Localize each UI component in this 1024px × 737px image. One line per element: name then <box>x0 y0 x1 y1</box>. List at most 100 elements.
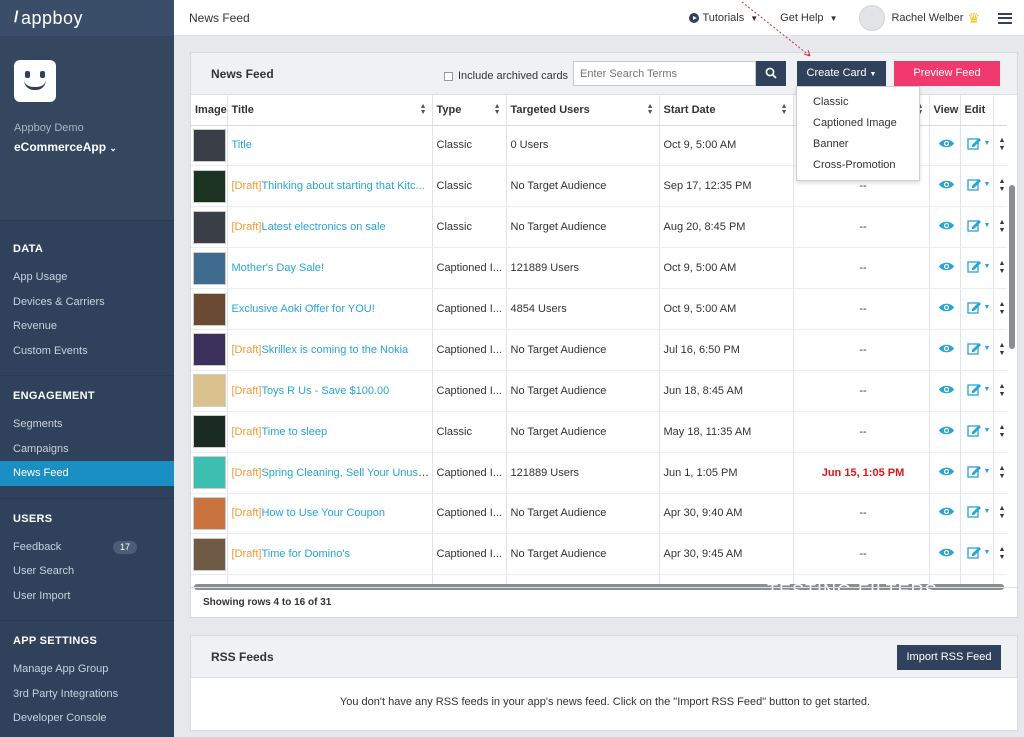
nav-item-news-feed[interactable]: News Feed <box>0 461 174 486</box>
edit-icon[interactable]: ▼ <box>966 546 990 559</box>
menu-item-classic[interactable]: Classic <box>797 92 919 113</box>
reorder-handle[interactable]: ▲ ▼ <box>993 125 1007 167</box>
eye-icon[interactable] <box>938 425 955 436</box>
sort-icon[interactable]: ▲ ▼ <box>494 103 501 116</box>
title-cell[interactable]: [Draft]Thinking about starting that Kitc… <box>227 165 433 208</box>
card-title-link[interactable]: Title <box>232 139 252 151</box>
edit-icon[interactable]: ▼ <box>966 424 990 437</box>
user-name[interactable]: Rachel Welber <box>891 12 963 24</box>
edit-icon[interactable]: ▼ <box>966 219 990 232</box>
app-name-dropdown[interactable]: eCommerceApp ⌄ <box>14 140 160 154</box>
title-cell[interactable]: Exclusive Aoki Offer for YOU! <box>227 288 433 330</box>
nav-item-integrations[interactable]: 3rd Party Integrations <box>0 682 174 707</box>
title-cell[interactable]: Title <box>227 125 433 167</box>
brand-logo[interactable]: / appboy <box>0 0 174 36</box>
title-cell[interactable]: [Draft]Time to sleep <box>227 411 433 453</box>
reorder-handle[interactable]: ▲ ▼ <box>993 452 1007 494</box>
column-header[interactable]: Type ▲ ▼ <box>432 95 507 126</box>
reorder-handle[interactable]: ▲ ▼ <box>993 247 1007 290</box>
table-row[interactable]: [Draft]Latest electronics on sale Classic… <box>191 206 1007 249</box>
hamburger-menu-icon[interactable] <box>998 10 1012 26</box>
table-row[interactable]: [Draft]Spring Cleaning, Sell Your Unuse.… <box>191 452 1007 494</box>
nav-item-manage-app-group[interactable]: Manage App Group <box>0 657 174 682</box>
include-archived-checkbox[interactable]: Include archived cards <box>444 70 568 82</box>
avatar[interactable] <box>859 5 886 31</box>
edit-icon[interactable]: ▼ <box>966 301 990 314</box>
title-cell[interactable]: [Draft]Spring Cleaning, Sell Your Unuse.… <box>227 452 433 494</box>
column-header[interactable]: Title ▲ ▼ <box>227 95 433 126</box>
reorder-handle[interactable]: ▲ ▼ <box>993 370 1007 412</box>
eye-icon[interactable] <box>938 506 955 517</box>
card-title-link[interactable]: Spring Cleaning, Sell Your Unuse... <box>261 467 431 479</box>
title-cell[interactable]: [Draft]How to Use Your Coupon <box>227 493 433 535</box>
menu-item-captioned-image[interactable]: Captioned Image <box>797 113 919 134</box>
table-row[interactable]: Mother's Day Sale! Captioned I... 121889 U… <box>191 247 1007 290</box>
eye-icon[interactable] <box>938 547 955 558</box>
card-title-link[interactable]: Exclusive Aoki Offer for YOU! <box>232 303 375 315</box>
import-rss-button[interactable]: Import RSS Feed <box>897 645 1001 670</box>
table-row[interactable]: [Draft]How to Use Your Coupon Captioned I… <box>191 493 1007 535</box>
eye-icon[interactable] <box>938 138 955 149</box>
sort-icon[interactable]: ▲ ▼ <box>781 103 788 116</box>
card-title-link[interactable]: How to Use Your Coupon <box>261 507 385 519</box>
title-cell[interactable]: [Draft]Latest electronics on sale <box>227 206 433 249</box>
title-cell[interactable]: [Draft]Time for Domino's <box>227 533 433 576</box>
column-header[interactable]: Targeted Users ▲ ▼ <box>506 95 660 126</box>
search-button[interactable] <box>756 61 786 86</box>
create-card-button[interactable]: Create Card ▼ <box>797 61 886 86</box>
title-cell[interactable]: [Draft]Toys R Us - Save $100.00 <box>227 370 433 412</box>
table-row[interactable]: [Draft]Time for Domino's Captioned I... No… <box>191 533 1007 576</box>
checkbox-icon[interactable] <box>444 71 453 81</box>
preview-feed-button[interactable]: Preview Feed <box>894 61 1000 86</box>
reorder-handle[interactable]: ▲ ▼ <box>993 533 1007 576</box>
sort-icon[interactable]: ▲ ▼ <box>647 103 654 116</box>
nav-item-devices[interactable]: Devices & Carriers <box>0 290 174 315</box>
title-cell[interactable]: Mother's Day Sale! <box>227 247 433 290</box>
search-input[interactable] <box>573 61 756 86</box>
nav-item-segments[interactable]: Segments <box>0 412 174 437</box>
eye-icon[interactable] <box>938 343 955 354</box>
column-header[interactable]: Start Date ▲ ▼ <box>659 95 794 126</box>
edit-icon[interactable]: ▼ <box>966 465 990 478</box>
card-title-link[interactable]: Time to sleep <box>261 426 327 438</box>
table-row[interactable]: [Draft]Time to sleep Classic No Target Aud… <box>191 411 1007 453</box>
nav-item-developer-console[interactable]: Developer Console <box>0 706 174 731</box>
eye-icon[interactable] <box>938 384 955 395</box>
edit-icon[interactable]: ▼ <box>966 137 990 151</box>
nav-item-app-usage[interactable]: App Usage <box>0 265 174 290</box>
edit-icon[interactable]: ▼ <box>966 178 990 191</box>
edit-icon[interactable]: ▼ <box>966 260 990 273</box>
card-title-link[interactable]: Latest electronics on sale <box>261 221 385 233</box>
card-title-link[interactable]: Time for Domino's <box>261 548 350 560</box>
table-row[interactable]: [Draft]Toys R Us - Save $100.00 Captioned… <box>191 370 1007 412</box>
reorder-handle[interactable]: ▲ ▼ <box>993 493 1007 535</box>
card-title-link[interactable]: Mother's Day Sale! <box>232 262 325 274</box>
nav-item-revenue[interactable]: Revenue <box>0 314 174 339</box>
edit-icon[interactable]: ▼ <box>966 505 990 519</box>
nav-item-user-search[interactable]: User Search <box>0 559 174 584</box>
eye-icon[interactable] <box>938 261 955 272</box>
menu-item-cross-promotion[interactable]: Cross-Promotion <box>797 155 919 176</box>
vertical-scrollbar[interactable] <box>1009 185 1015 349</box>
menu-item-banner[interactable]: Banner <box>797 134 919 155</box>
reorder-handle[interactable]: ▲ ▼ <box>993 288 1007 330</box>
edit-icon[interactable]: ▼ <box>966 342 990 355</box>
sort-icon[interactable]: ▲ ▼ <box>420 103 427 116</box>
eye-icon[interactable] <box>938 466 955 477</box>
eye-icon[interactable] <box>938 302 955 313</box>
eye-icon[interactable] <box>938 220 955 231</box>
nav-item-custom-events[interactable]: Custom Events <box>0 339 174 364</box>
nav-item-feedback[interactable]: Feedback 17 <box>0 535 174 560</box>
card-title-link[interactable]: Skrillex is coming to the Nokia <box>261 344 408 356</box>
edit-icon[interactable]: ▼ <box>966 383 990 396</box>
card-title-link[interactable]: Thinking about starting that Kitc... <box>261 180 424 192</box>
title-cell[interactable]: [Draft]Skrillex is coming to the Nokia <box>227 329 433 371</box>
table-row[interactable]: Exclusive Aoki Offer for YOU! Captioned I… <box>191 288 1007 330</box>
nav-item-user-import[interactable]: User Import <box>0 584 174 609</box>
reorder-handle[interactable]: ▲ ▼ <box>993 329 1007 371</box>
table-row[interactable]: [Draft]Skrillex is coming to the Nokia Ca… <box>191 329 1007 371</box>
reorder-handle[interactable]: ▲ ▼ <box>993 206 1007 249</box>
card-title-link[interactable]: Toys R Us - Save $100.00 <box>261 385 389 397</box>
reorder-handle[interactable]: ▲ ▼ <box>993 411 1007 453</box>
eye-icon[interactable] <box>938 179 955 190</box>
